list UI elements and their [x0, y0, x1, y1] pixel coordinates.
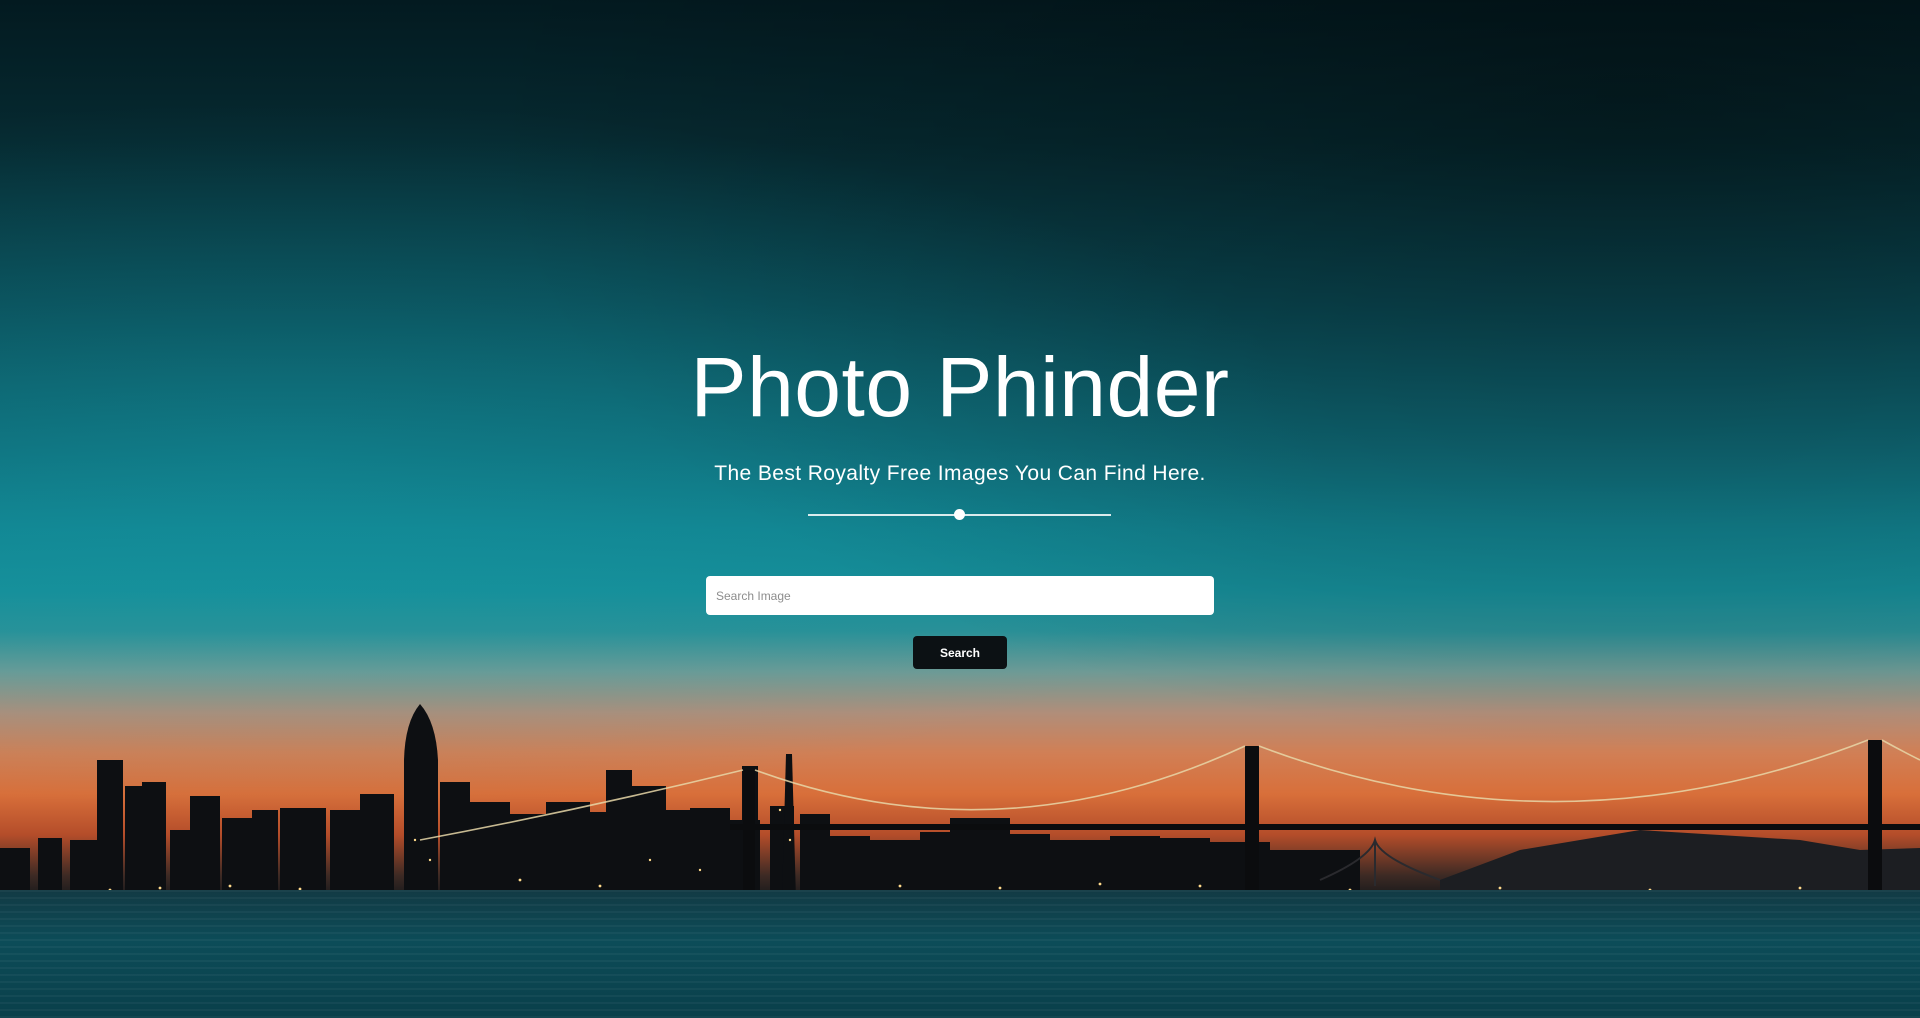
hero-section: Photo Phinder The Best Royalty Free Imag… [0, 0, 1920, 1018]
search-button[interactable]: Search [913, 636, 1007, 669]
site-title: Photo Phinder [690, 340, 1230, 434]
divider-dot-icon [954, 509, 965, 520]
search-input[interactable] [706, 576, 1214, 615]
water-reflection [0, 890, 1920, 1018]
city-skyline-image [0, 704, 1920, 900]
site-subtitle: The Best Royalty Free Images You Can Fin… [714, 462, 1206, 485]
